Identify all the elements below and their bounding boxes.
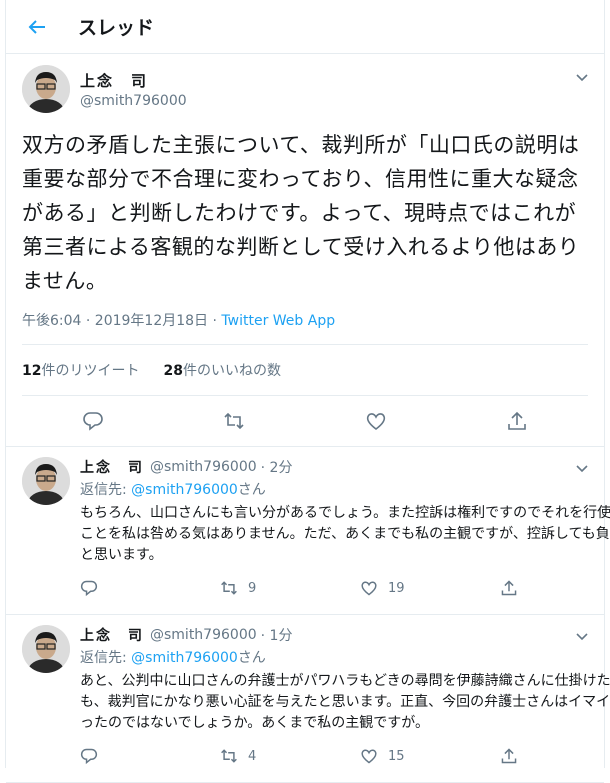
tweet-time[interactable]: 午後6:04 · 2019年12月18日 · (22, 313, 221, 329)
reply-tweet[interactable]: 上念 司 @smith796000 · 1分 返信先: @smith796000… (6, 615, 610, 783)
reply-text: もちろん、山口さんにも言い分があるでしょう。また控訴は権利ですのでそれを行使する… (80, 505, 610, 563)
author-handle[interactable]: @smith796000 (80, 93, 187, 109)
like-count: 19 (388, 580, 405, 596)
reply-button[interactable] (80, 747, 220, 765)
like-count: 15 (388, 748, 405, 764)
thread-page: スレッド 上念 司 @smith796000 双方の矛盾した主張について、裁判所… (5, 0, 610, 783)
replying-to: 返信先: @smith796000さん (80, 482, 266, 498)
like-button[interactable]: 15 (360, 747, 500, 765)
retweet-icon (221, 749, 237, 763)
avatar[interactable] (22, 65, 70, 113)
retweet-icon[interactable] (222, 409, 246, 433)
avatar[interactable] (22, 457, 70, 505)
avatar[interactable] (22, 625, 70, 673)
reply-icon (80, 748, 98, 765)
likes-stat[interactable]: 28件のいいねの数 (163, 360, 280, 380)
like-icon (361, 581, 377, 596)
share-button[interactable] (500, 747, 610, 765)
reply-button[interactable] (80, 579, 220, 597)
retweets-stat[interactable]: 12件のリツイート (22, 360, 139, 380)
like-icon (361, 749, 377, 764)
reply-author-handle[interactable]: @smith796000 (150, 627, 257, 643)
retweet-count: 4 (248, 748, 257, 764)
tweet-text: 双方の矛盾した主張について、裁判所が「山口氏の説明は重要な部分で不合理に変わって… (22, 133, 580, 293)
retweet-button[interactable]: 4 (220, 747, 360, 765)
like-button[interactable]: 19 (360, 579, 500, 597)
reply-mention[interactable]: @smith796000 (131, 482, 238, 498)
chevron-down-icon[interactable] (574, 461, 590, 477)
author-name[interactable]: 上念 司 (80, 70, 187, 91)
replying-to: 返信先: @smith796000さん (80, 650, 266, 666)
chevron-down-icon[interactable] (574, 629, 590, 645)
reply-icon[interactable] (81, 409, 105, 433)
like-icon[interactable] (364, 409, 388, 433)
page-title: スレッド (78, 17, 155, 39)
tweet-source[interactable]: Twitter Web App (221, 313, 335, 329)
reply-actions: 9 19 (80, 568, 610, 608)
tweet-stats: 12件のリツイート 28件のいいねの数 (22, 345, 588, 396)
reply-author-name[interactable]: 上念 司 (80, 625, 144, 645)
reply-author-name[interactable]: 上念 司 (80, 457, 144, 477)
share-button[interactable] (500, 579, 610, 597)
retweet-icon (221, 581, 237, 595)
share-icon (501, 748, 517, 764)
reply-icon (80, 580, 98, 597)
back-arrow-icon[interactable] (22, 12, 52, 42)
reply-tweet[interactable]: 上念 司 @smith796000 · 2分 返信先: @smith796000… (6, 447, 610, 615)
thread-header: スレッド (6, 0, 604, 54)
retweet-count: 9 (248, 580, 257, 596)
reply-time[interactable]: · 2分 (261, 457, 293, 477)
reply-mention[interactable]: @smith796000 (131, 650, 238, 666)
retweet-button[interactable]: 9 (220, 579, 360, 597)
chevron-down-icon[interactable] (574, 70, 590, 86)
share-icon (501, 580, 517, 596)
share-icon[interactable] (505, 409, 529, 433)
reply-actions: 4 15 (80, 736, 610, 776)
main-tweet: 上念 司 @smith796000 双方の矛盾した主張について、裁判所が「山口氏… (6, 54, 604, 447)
author-row: 上念 司 @smith796000 (22, 64, 588, 114)
tweet-meta: 午後6:04 · 2019年12月18日 · Twitter Web App (22, 310, 588, 345)
tweet-actions (6, 396, 604, 447)
reply-time[interactable]: · 1分 (261, 625, 293, 645)
reply-text: あと、公判中に山口さんの弁護士がパワハラもどきの尋問を伊藤詩織さんに仕掛けたのも… (80, 673, 610, 731)
reply-author-handle[interactable]: @smith796000 (150, 459, 257, 475)
